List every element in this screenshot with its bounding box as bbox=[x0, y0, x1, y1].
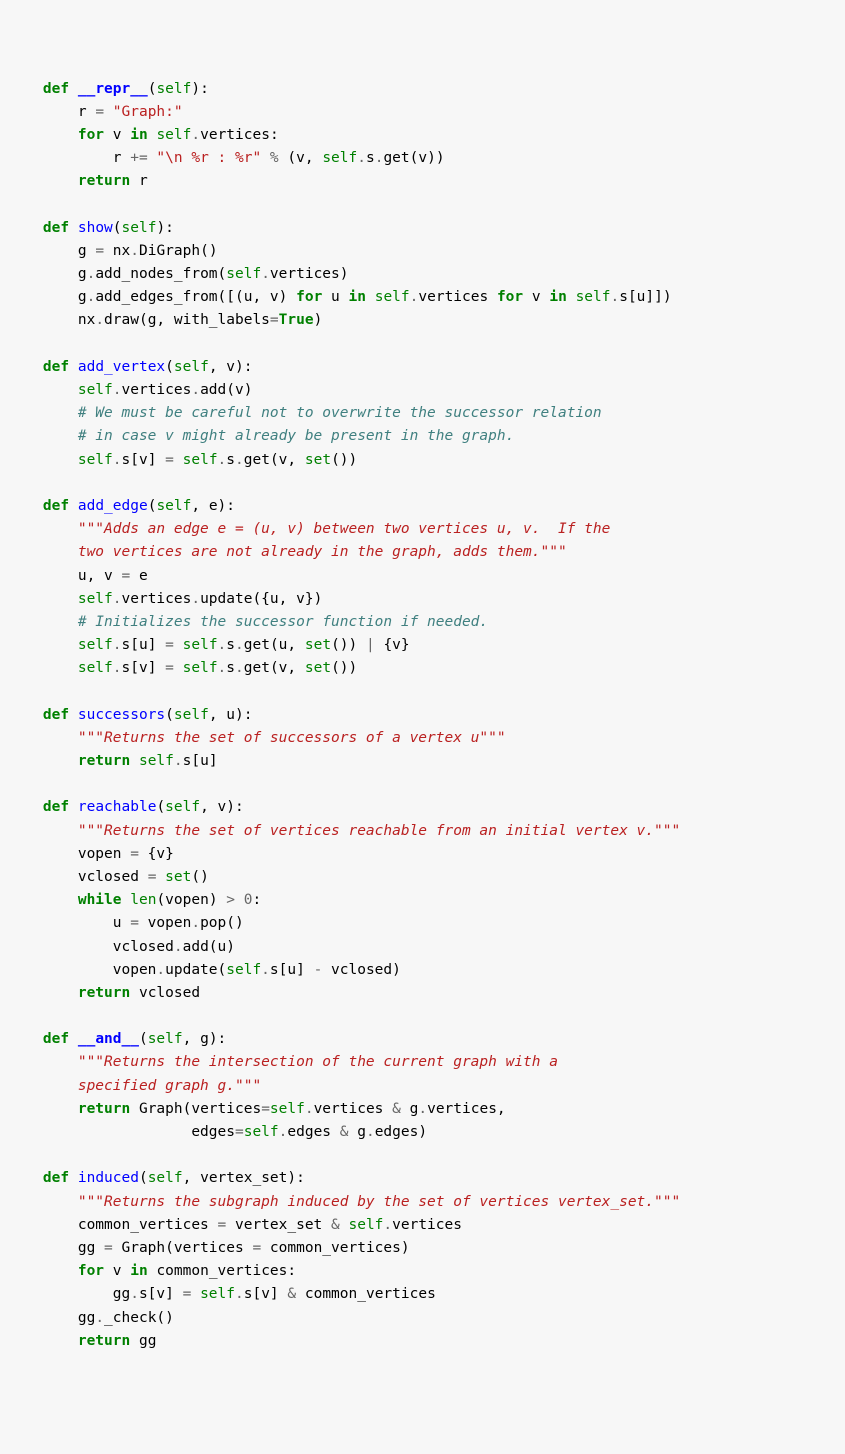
code-block: def __repr__(self): r = "Graph:" for v i… bbox=[8, 78, 837, 1353]
